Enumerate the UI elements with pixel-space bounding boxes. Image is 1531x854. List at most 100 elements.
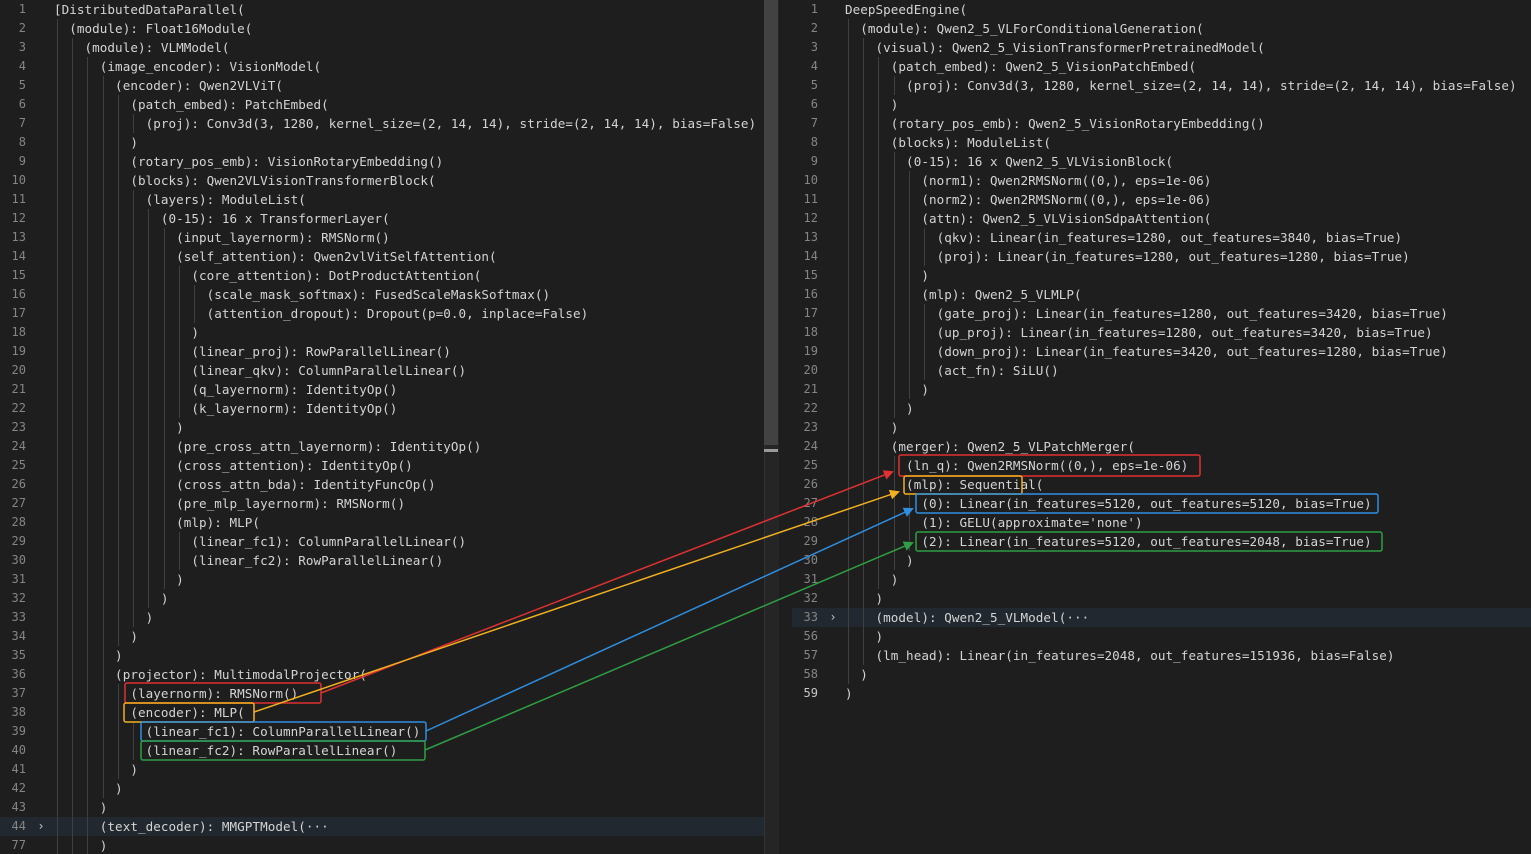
left-code-line[interactable]: 42 ) <box>0 779 764 798</box>
indent-guide <box>72 551 74 570</box>
left-code-line[interactable]: 18 ) <box>0 323 764 342</box>
left-code-line[interactable]: 8 ) <box>0 133 764 152</box>
left-code-line[interactable]: 9 (rotary_pos_emb): VisionRotaryEmbeddin… <box>0 152 764 171</box>
indent-guide <box>908 247 910 266</box>
left-code-line[interactable]: 6 (patch_embed): PatchEmbed( <box>0 95 764 114</box>
indent-guide <box>133 494 135 513</box>
fold-chevron-icon[interactable]: › <box>826 608 840 627</box>
left-code-line[interactable]: 1 [DistributedDataParallel( <box>0 0 764 19</box>
right-code-line[interactable]: 19 (down_proj): Linear(in_features=3420,… <box>792 342 1531 361</box>
right-code-line[interactable]: 18 (up_proj): Linear(in_features=1280, o… <box>792 323 1531 342</box>
left-code-line[interactable]: 32 ) <box>0 589 764 608</box>
right-code-line[interactable]: 12 (attn): Qwen2_5_VLVisionSdpaAttention… <box>792 209 1531 228</box>
right-code-line[interactable]: 17 (gate_proj): Linear(in_features=1280,… <box>792 304 1531 323</box>
right-code-line[interactable]: 32 ) <box>792 589 1531 608</box>
right-code-line[interactable]: 8 (blocks): ModuleList( <box>792 133 1531 152</box>
code-text: (mlp): Sequential( <box>845 477 1044 492</box>
right-code-line[interactable]: 6 ) <box>792 95 1531 114</box>
line-number: 22 <box>11 401 26 415</box>
right-code-line[interactable]: 27 (0): Linear(in_features=5120, out_fea… <box>792 494 1531 513</box>
line-number: 4 <box>18 59 26 73</box>
left-code-line[interactable]: 37 (layernorm): RMSNorm() <box>0 684 764 703</box>
right-code-line[interactable]: 58 ) <box>792 665 1531 684</box>
left-code-line[interactable]: 28 (mlp): MLP( <box>0 513 764 532</box>
left-code-line[interactable]: 30 (linear_fc2): RowParallelLinear() <box>0 551 764 570</box>
right-code-line[interactable]: 20 (act_fn): SiLU() <box>792 361 1531 380</box>
left-code-line[interactable]: 20 (linear_qkv): ColumnParallelLinear() <box>0 361 764 380</box>
left-editor-pane[interactable]: 1 [DistributedDataParallel(2 (module): Fl… <box>0 0 764 854</box>
left-code-line[interactable]: 36 (projector): MultimodalProjector( <box>0 665 764 684</box>
left-code-line[interactable]: 5 (encoder): Qwen2VLViT( <box>0 76 764 95</box>
left-code-line[interactable]: 15 (core_attention): DotProductAttention… <box>0 266 764 285</box>
right-code-line[interactable]: 10 (norm1): Qwen2RMSNorm((0,), eps=1e-06… <box>792 171 1531 190</box>
right-code-line[interactable]: 33 › (model): Qwen2_5_VLModel(··· <box>792 608 1531 627</box>
left-code-line[interactable]: 19 (linear_proj): RowParallelLinear() <box>0 342 764 361</box>
left-code-line[interactable]: 77 ) <box>0 836 764 854</box>
right-code-line[interactable]: 21 ) <box>792 380 1531 399</box>
left-code-line[interactable]: 35 ) <box>0 646 764 665</box>
indent-guide <box>863 266 865 285</box>
right-code-line[interactable]: 7 (rotary_pos_emb): Qwen2_5_VisionRotary… <box>792 114 1531 133</box>
indent-guide <box>163 304 165 323</box>
right-editor-pane[interactable]: 1 DeepSpeedEngine(2 (module): Qwen2_5_VLF… <box>792 0 1531 854</box>
left-code-line[interactable]: 41 ) <box>0 760 764 779</box>
indent-guide <box>163 380 165 399</box>
left-code-line[interactable]: 38 (encoder): MLP( <box>0 703 764 722</box>
left-code-line[interactable]: 16 (scale_mask_softmax): FusedScaleMaskS… <box>0 285 764 304</box>
left-code-line[interactable]: 4 (image_encoder): VisionModel( <box>0 57 764 76</box>
right-code-line[interactable]: 26 (mlp): Sequential( <box>792 475 1531 494</box>
right-code-line[interactable]: 56 ) <box>792 627 1531 646</box>
left-code-line[interactable]: 33 ) <box>0 608 764 627</box>
right-code-line[interactable]: 16 (mlp): Qwen2_5_VLMLP( <box>792 285 1531 304</box>
right-code-line[interactable]: 31 ) <box>792 570 1531 589</box>
left-code-line[interactable]: 26 (cross_attn_bda): IdentityFuncOp() <box>0 475 764 494</box>
right-code-line[interactable]: 57 (lm_head): Linear(in_features=2048, o… <box>792 646 1531 665</box>
left-code-line[interactable]: 31 ) <box>0 570 764 589</box>
left-code-line[interactable]: 27 (pre_mlp_layernorm): RMSNorm() <box>0 494 764 513</box>
right-code-line[interactable]: 1 DeepSpeedEngine( <box>792 0 1531 19</box>
right-code-line[interactable]: 13 (qkv): Linear(in_features=1280, out_f… <box>792 228 1531 247</box>
right-code-line[interactable]: 4 (patch_embed): Qwen2_5_VisionPatchEmbe… <box>792 57 1531 76</box>
left-code-line[interactable]: 22 (k_layernorm): IdentityOp() <box>0 399 764 418</box>
fold-chevron-icon[interactable]: › <box>34 817 48 836</box>
right-code-line[interactable]: 11 (norm2): Qwen2RMSNorm((0,), eps=1e-06… <box>792 190 1531 209</box>
line-number: 5 <box>18 78 26 92</box>
left-code-line[interactable]: 13 (input_layernorm): RMSNorm() <box>0 228 764 247</box>
right-code-line[interactable]: 14 (proj): Linear(in_features=1280, out_… <box>792 247 1531 266</box>
right-code-line[interactable]: 23 ) <box>792 418 1531 437</box>
left-scrollbar-thumb[interactable] <box>764 0 778 445</box>
left-code-line[interactable]: 23 ) <box>0 418 764 437</box>
left-code-line[interactable]: 2 (module): Float16Module( <box>0 19 764 38</box>
right-code-line[interactable]: 28 (1): GELU(approximate='none') <box>792 513 1531 532</box>
left-code-line[interactable]: 14 (self_attention): Qwen2vlVitSelfAtten… <box>0 247 764 266</box>
left-code-line[interactable]: 11 (layers): ModuleList( <box>0 190 764 209</box>
right-code-line[interactable]: 24 (merger): Qwen2_5_VLPatchMerger( <box>792 437 1531 456</box>
left-code-line[interactable]: 21 (q_layernorm): IdentityOp() <box>0 380 764 399</box>
right-code-line[interactable]: 59) <box>792 684 1531 703</box>
left-code-line[interactable]: 40 (linear_fc2): RowParallelLinear() <box>0 741 764 760</box>
right-code-line[interactable]: 22 ) <box>792 399 1531 418</box>
right-code-line[interactable]: 5 (proj): Conv3d(3, 1280, kernel_size=(2… <box>792 76 1531 95</box>
left-code-line[interactable]: 10 (blocks): Qwen2VLVisionTransformerBlo… <box>0 171 764 190</box>
right-code-line[interactable]: 15 ) <box>792 266 1531 285</box>
left-code-line[interactable]: 29 (linear_fc1): ColumnParallelLinear() <box>0 532 764 551</box>
indent-guide <box>117 570 119 589</box>
right-code-line[interactable]: 25 (ln_q): Qwen2RMSNorm((0,), eps=1e-06) <box>792 456 1531 475</box>
indent-guide <box>848 589 849 608</box>
right-code-line[interactable]: 2 (module): Qwen2_5_VLForConditionalGene… <box>792 19 1531 38</box>
right-code-line[interactable]: 3 (visual): Qwen2_5_VisionTransformerPre… <box>792 38 1531 57</box>
left-code-line[interactable]: 24 (pre_cross_attn_layernorm): IdentityO… <box>0 437 764 456</box>
left-code-line[interactable]: 39 (linear_fc1): ColumnParallelLinear() <box>0 722 764 741</box>
indent-guide <box>863 418 865 437</box>
left-code-line[interactable]: 12 (0-15): 16 x TransformerLayer( <box>0 209 764 228</box>
right-code-line[interactable]: 29 (2): Linear(in_features=5120, out_fea… <box>792 532 1531 551</box>
left-code-line[interactable]: 44 › (text_decoder): MMGPTModel(··· <box>0 817 764 836</box>
left-code-line[interactable]: 7 (proj): Conv3d(3, 1280, kernel_size=(2… <box>0 114 764 133</box>
right-code-line[interactable]: 9 (0-15): 16 x Qwen2_5_VLVisionBlock( <box>792 152 1531 171</box>
left-code-line[interactable]: 17 (attention_dropout): Dropout(p=0.0, i… <box>0 304 764 323</box>
right-code-line[interactable]: 30 ) <box>792 551 1531 570</box>
left-code-line[interactable]: 3 (module): VLMModel( <box>0 38 764 57</box>
left-code-line[interactable]: 34 ) <box>0 627 764 646</box>
left-code-line[interactable]: 25 (cross_attention): IdentityOp() <box>0 456 764 475</box>
left-code-line[interactable]: 43 ) <box>0 798 764 817</box>
